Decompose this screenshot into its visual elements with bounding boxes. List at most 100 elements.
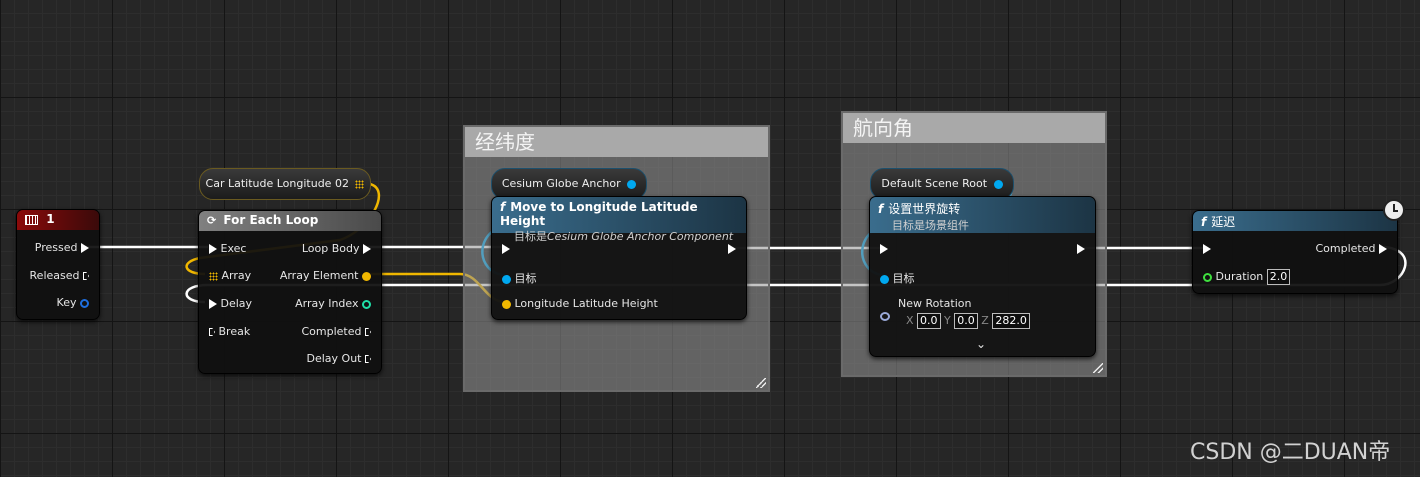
exec-pin-icon[interactable] <box>728 244 736 254</box>
pin-delay[interactable]: Delay <box>209 297 252 310</box>
pin-completed[interactable]: Completed <box>1315 242 1387 255</box>
exec-pin-icon[interactable] <box>502 244 510 254</box>
rotation-y-label: Y <box>944 314 951 327</box>
function-icon: f <box>1201 215 1207 229</box>
exec-pin-icon[interactable] <box>880 244 888 254</box>
delay-node[interactable]: f 延迟 Completed Duration 2.0 <box>1192 210 1398 294</box>
pin-label: Exec <box>220 242 247 255</box>
rotation-fields: X 0.0 Y 0.0 Z 282.0 <box>906 313 1030 329</box>
rotation-x-input[interactable]: 0.0 <box>917 313 941 329</box>
exec-pin-icon[interactable] <box>209 299 217 309</box>
keyboard-icon <box>25 214 38 225</box>
exec-pin-icon[interactable] <box>1077 244 1085 254</box>
move-to-llh-node[interactable]: f Move to Longitude Latitude Height 目标是Ce… <box>491 196 747 320</box>
pin-label: Array <box>221 269 252 282</box>
variable-car-latitude-longitude[interactable]: Car Latitude Longitude 02 <box>199 168 371 200</box>
pin-exec[interactable]: Exec <box>209 242 246 255</box>
pin-exec-in[interactable] <box>502 242 510 255</box>
pin-label: Loop Body <box>301 242 360 255</box>
float-pin-icon[interactable] <box>1203 272 1212 282</box>
watermark: CSDN @二DUAN帝 <box>1190 440 1391 465</box>
resize-handle-icon[interactable] <box>756 378 766 388</box>
object-pin-icon[interactable] <box>880 274 889 284</box>
pin-completed[interactable]: Completed <box>301 325 371 338</box>
pin-label: Pressed <box>34 241 78 254</box>
node-title: 设置世界旋转 <box>888 202 961 216</box>
exec-pin-icon[interactable] <box>365 355 371 363</box>
loop-icon: ⟳ <box>207 214 217 227</box>
pin-label: Longitude Latitude Height <box>514 297 658 310</box>
key-event-node[interactable]: 1 Pressed Released Key <box>16 209 100 320</box>
pin-new-rotation-label: New Rotation <box>898 297 972 310</box>
pin-label: Completed <box>1315 242 1376 255</box>
exec-pin-icon[interactable] <box>1379 244 1387 254</box>
node-title: Move to Longitude Latitude Height <box>500 200 698 228</box>
pin-released[interactable]: Released <box>30 269 89 282</box>
pin-label: Break <box>218 325 251 338</box>
rotation-z-label: Z <box>981 314 989 327</box>
exec-pin-icon[interactable] <box>83 272 89 280</box>
function-icon: f <box>878 202 884 216</box>
pin-label: Delay <box>220 297 253 310</box>
pin-label: Duration <box>1215 270 1264 283</box>
clock-icon <box>1383 199 1405 221</box>
struct-pin-icon[interactable] <box>362 271 371 281</box>
pin-duration[interactable]: Duration 2.0 <box>1203 269 1291 285</box>
pin-label: New Rotation <box>898 297 972 310</box>
pin-key[interactable]: Key <box>57 296 89 309</box>
exec-pin-icon[interactable] <box>363 244 371 254</box>
duration-input[interactable]: 2.0 <box>1266 269 1291 285</box>
exec-pin-icon[interactable] <box>209 244 217 254</box>
resize-handle-icon[interactable] <box>1093 363 1103 373</box>
object-pin-icon[interactable] <box>627 179 637 189</box>
exec-pin-icon[interactable] <box>1203 244 1211 254</box>
struct-pin-icon[interactable] <box>502 299 511 309</box>
object-pin-icon[interactable] <box>502 274 511 284</box>
pin-label: Array Index <box>295 297 359 310</box>
pin-exec-out[interactable] <box>728 242 736 255</box>
variable-label: Car Latitude Longitude 02 <box>205 177 349 190</box>
node-subtitle-class: Cesium Globe Anchor Component <box>547 230 734 243</box>
pin-label: Completed <box>301 325 362 338</box>
rotation-y-input[interactable]: 0.0 <box>954 313 978 329</box>
pin-delay-out[interactable]: Delay Out <box>307 352 371 365</box>
exec-pin-icon[interactable] <box>365 328 371 336</box>
comment-title[interactable]: 航向角 <box>843 113 1105 143</box>
set-world-rotation-node[interactable]: f 设置世界旋转 目标是场景组件 目标 New Rotation X 0.0 Y … <box>869 196 1096 357</box>
pin-break[interactable]: Break <box>209 325 250 338</box>
pin-target[interactable]: 目标 <box>502 270 537 286</box>
pin-loop-body[interactable]: Loop Body <box>302 242 371 255</box>
pin-pressed[interactable]: Pressed <box>35 241 89 254</box>
struct-pin-icon[interactable] <box>80 298 89 308</box>
rotator-pin-icon[interactable] <box>880 311 890 321</box>
exec-pin-icon[interactable] <box>209 328 215 336</box>
pin-label: 目标 <box>514 272 537 285</box>
node-subtitle-prefix: 目标是 <box>514 230 547 243</box>
pin-exec-in[interactable] <box>1203 242 1211 255</box>
comment-title[interactable]: 经纬度 <box>465 127 768 157</box>
pin-exec-in[interactable] <box>880 242 888 255</box>
function-icon: f <box>500 200 506 214</box>
node-title: For Each Loop <box>223 213 319 227</box>
pin-array-index[interactable]: Array Index <box>295 297 371 310</box>
pin-new-rotation[interactable] <box>880 309 890 322</box>
pin-array-element[interactable]: Array Element <box>280 269 371 282</box>
pin-array[interactable]: Array <box>209 269 251 282</box>
exec-pin-icon[interactable] <box>81 243 89 253</box>
pin-label: Array Element <box>279 269 359 282</box>
rotation-z-input[interactable]: 282.0 <box>992 313 1030 329</box>
int-pin-icon[interactable] <box>362 299 371 309</box>
rotation-x-label: X <box>906 314 914 327</box>
pin-label: Delay Out <box>306 352 362 365</box>
pin-longitude-latitude-height[interactable]: Longitude Latitude Height <box>502 297 658 310</box>
pin-exec-out[interactable] <box>1077 242 1085 255</box>
pin-label: Released <box>29 269 80 282</box>
pin-target[interactable]: 目标 <box>880 270 915 286</box>
array-pin-icon[interactable] <box>355 179 365 189</box>
pin-label: 目标 <box>892 272 915 285</box>
chevron-down-icon[interactable]: ⌄ <box>976 337 986 351</box>
object-pin-icon[interactable] <box>993 179 1003 189</box>
for-each-loop-node[interactable]: ⟳ For Each Loop Exec Array Delay Break L… <box>198 210 382 374</box>
array-pin-icon[interactable] <box>209 271 218 281</box>
pin-label: Key <box>56 296 77 309</box>
